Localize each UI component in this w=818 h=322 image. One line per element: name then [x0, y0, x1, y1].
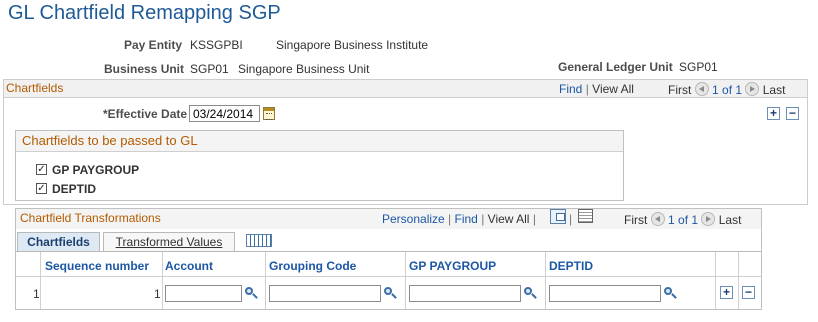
- calendar-icon[interactable]: [263, 107, 275, 120]
- add-row-button[interactable]: +: [720, 286, 733, 299]
- business-unit-desc: Singapore Business Unit: [238, 62, 370, 76]
- account-field[interactable]: [165, 285, 242, 302]
- page-title: GL Chartfield Remapping SGP: [8, 2, 281, 24]
- sequence-number-value: 1: [154, 287, 161, 301]
- chevron-right-icon[interactable]: [701, 212, 716, 226]
- business-unit-code: SGP01: [190, 62, 229, 76]
- tab-transformed-values[interactable]: Transformed Values: [103, 232, 235, 251]
- chevron-left-icon[interactable]: [650, 212, 665, 226]
- column-deptid: DEPTID: [549, 259, 594, 273]
- zoom-icon-inner: [556, 213, 565, 221]
- column-account: Account: [165, 259, 213, 273]
- deptid-checkbox[interactable]: ✓: [36, 183, 47, 194]
- add-row-button[interactable]: +: [767, 107, 780, 120]
- download-grid-icon[interactable]: [578, 209, 593, 223]
- chartfields-section-title: Chartfields: [6, 81, 64, 95]
- effective-date-field[interactable]: [189, 105, 260, 122]
- passed-to-gl-title: Chartfields to be passed to GL: [22, 133, 198, 148]
- show-all-columns-icon[interactable]: [246, 234, 272, 247]
- chevron-left-icon[interactable]: [694, 82, 709, 96]
- gp-paygroup-label: GP PAYGROUP: [52, 163, 140, 177]
- chartfields-find-link[interactable]: Find: [559, 82, 582, 96]
- gp-paygroup-checkbox[interactable]: ✓: [36, 164, 47, 175]
- personalize-link[interactable]: Personalize: [382, 212, 445, 226]
- deptid-lookup-icon[interactable]: [664, 287, 677, 300]
- column-sequence-number: Sequence number: [45, 259, 150, 273]
- delete-row-button[interactable]: −: [786, 107, 799, 120]
- account-lookup-icon[interactable]: [245, 287, 258, 300]
- delete-row-button[interactable]: −: [742, 286, 755, 299]
- gl-unit-label: General Ledger Unit: [558, 60, 673, 74]
- deptid-field[interactable]: [549, 285, 661, 302]
- transformations-first-label: First: [624, 213, 648, 227]
- grouping-code-field[interactable]: [269, 285, 381, 302]
- chartfields-pager: First 1 of 1 Last: [668, 82, 785, 97]
- pay-entity-desc: Singapore Business Institute: [276, 38, 429, 52]
- business-unit-label: Business Unit: [104, 62, 185, 76]
- transformations-last-label: Last: [718, 213, 742, 227]
- transformations-view-all-link[interactable]: View All: [488, 212, 530, 226]
- grouping-code-lookup-icon[interactable]: [384, 287, 397, 300]
- transformations-find-link[interactable]: Find: [455, 212, 478, 226]
- column-grouping-code: Grouping Code: [269, 259, 357, 273]
- row-number: 1: [33, 287, 40, 301]
- transformations-title: Chartfield Transformations: [20, 211, 161, 225]
- pay-entity-code: KSSGPBI: [190, 38, 243, 52]
- chevron-right-icon[interactable]: [745, 82, 760, 96]
- chartfields-view-all-link[interactable]: View All: [592, 82, 634, 96]
- pay-entity-label: Pay Entity: [124, 38, 183, 52]
- effective-date-label: *Effective Date: [103, 107, 188, 121]
- chartfields-first-label: First: [668, 83, 692, 97]
- column-gp-paygroup: GP PAYGROUP: [409, 259, 497, 273]
- transformations-pager: First 1 of 1 Last: [624, 212, 741, 227]
- transformations-nav: Personalize | Find | View All |: [382, 212, 536, 226]
- chartfields-pager-count: 1 of 1: [712, 83, 743, 97]
- deptid-label: DEPTID: [52, 182, 97, 196]
- chartfields-nav: Find | View All: [559, 82, 634, 96]
- gp-paygroup-lookup-icon[interactable]: [524, 287, 537, 300]
- tab-chartfields[interactable]: Chartfields: [17, 232, 100, 251]
- chartfields-last-label: Last: [762, 83, 786, 97]
- gp-paygroup-field[interactable]: [409, 285, 521, 302]
- transformations-pager-count: 1 of 1: [668, 213, 699, 227]
- gl-unit-value: SGP01: [679, 60, 718, 74]
